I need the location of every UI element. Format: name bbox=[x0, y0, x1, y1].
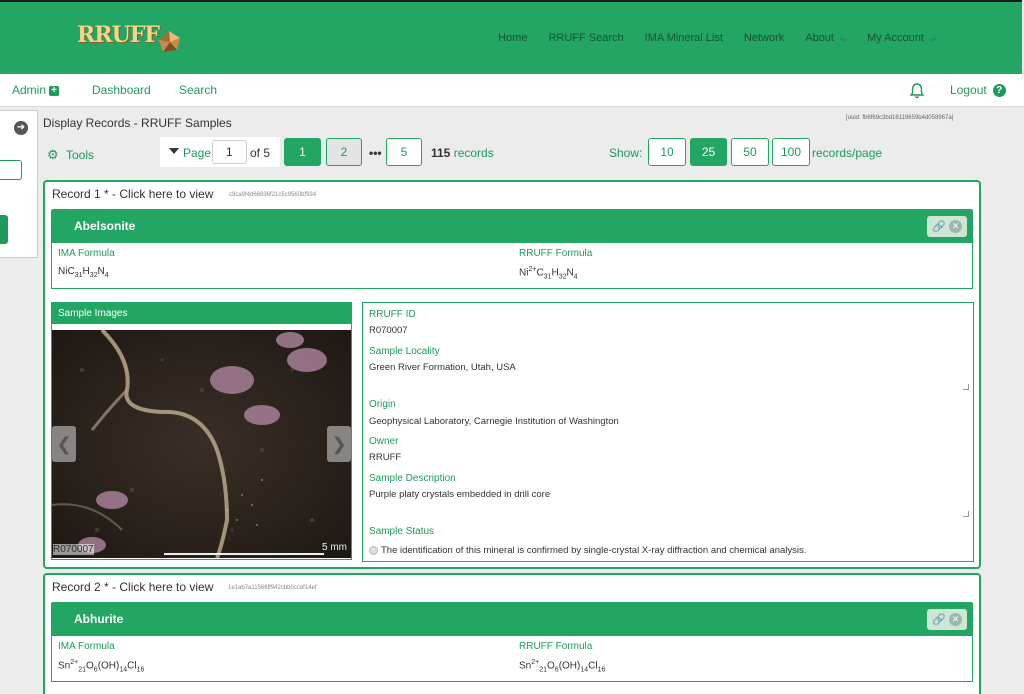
tools-menu[interactable]: ⚙ Tools bbox=[47, 147, 94, 163]
secondary-navbar: Admin + Dashboard Search Logout? bbox=[0, 74, 1024, 107]
rruff-formula-label: RRUFF Formula bbox=[519, 641, 593, 652]
records-per-page-label: records/page bbox=[812, 146, 883, 160]
rruff-id-value: R070007 bbox=[369, 325, 408, 336]
pager-label: Page bbox=[183, 146, 212, 160]
rruff-formula-value: Ni2+C31H32N4 bbox=[519, 266, 578, 281]
close-circle-icon[interactable]: ✕ bbox=[949, 613, 962, 626]
image-caption: R070007 bbox=[53, 544, 94, 555]
sample-description-value[interactable]: Purple platy crystals embedded in drill … bbox=[369, 489, 550, 500]
top-navbar: RRUFF Home RRUFF Search IMA Mineral List… bbox=[0, 0, 1022, 74]
nav-network[interactable]: Network bbox=[744, 32, 784, 44]
chevron-down-icon: ⌵ bbox=[839, 34, 847, 43]
show-label: Show: bbox=[609, 146, 643, 160]
resize-handle[interactable] bbox=[963, 511, 969, 517]
record-title-link[interactable]: Record 1 * - Click here to view bbox=[52, 187, 213, 201]
sample-locality-label: Sample Locality bbox=[369, 346, 440, 357]
arrow-right-circle-icon[interactable]: ➜ bbox=[14, 121, 28, 135]
question-circle-icon[interactable]: ? bbox=[992, 84, 1006, 98]
mineral-name: Abelsonite bbox=[74, 219, 136, 233]
plus-square-icon: + bbox=[49, 85, 60, 96]
pager-total: of 5 bbox=[250, 146, 271, 160]
sample-status-label: Sample Status bbox=[369, 526, 435, 537]
sample-details-panel: RRUFF ID R070007 Sample Locality Green R… bbox=[362, 302, 974, 562]
bell-icon[interactable] bbox=[909, 82, 925, 99]
gear-icon: ⚙ bbox=[47, 147, 59, 162]
panel-search-input[interactable] bbox=[0, 160, 22, 180]
sample-images-header: Sample Images bbox=[52, 303, 351, 324]
record-title-link[interactable]: Record 2 * - Click here to view bbox=[52, 580, 213, 594]
scale-label: 5 mm bbox=[322, 542, 347, 553]
page-title: Display Records - RRUFF Samples bbox=[43, 116, 232, 130]
formula-panel: IMA Formula NiC31H32N4 RRUFF Formula Ni2… bbox=[51, 243, 973, 289]
record-card: Record 2 * - Click here to view 1e1ab7a1… bbox=[43, 573, 981, 694]
sample-image[interactable]: ❮ ❯ R070007 5 mm bbox=[52, 330, 351, 558]
page-size-50[interactable]: 50 bbox=[731, 138, 769, 166]
chevron-right-icon[interactable]: ❯ bbox=[327, 426, 351, 462]
record-actions: 🔗 ✕ bbox=[927, 609, 967, 630]
resize-handle[interactable] bbox=[963, 384, 969, 390]
pager-ellipsis: ••• bbox=[369, 146, 382, 160]
ima-formula-label: IMA Formula bbox=[58, 641, 115, 652]
records-label: records bbox=[453, 146, 494, 160]
records-number: 115 bbox=[431, 146, 451, 160]
uuid-label: [uuid: fb6f69c3bd16119659b4d058967a] bbox=[846, 115, 954, 121]
sample-images-panel: Sample Images ❮ ❯ R070007 5 mm bbox=[51, 302, 352, 560]
page-size-25[interactable]: 25 bbox=[690, 138, 727, 166]
page-button-1[interactable]: 1 bbox=[284, 138, 321, 166]
rruff-id-label: RRUFF ID bbox=[369, 309, 416, 320]
left-search-panel: ➜ bbox=[0, 110, 38, 258]
owner-label: Owner bbox=[369, 436, 399, 447]
origin-label: Origin bbox=[369, 399, 396, 410]
scale-bar bbox=[164, 553, 324, 555]
nav-about[interactable]: About ⌵ bbox=[805, 32, 846, 44]
record-hash: 1e1ab7a11566ff942cbb0ccef14ef bbox=[228, 585, 317, 591]
records-count: 115 records bbox=[431, 146, 494, 160]
nav-home[interactable]: Home bbox=[498, 32, 527, 44]
nav-rruff-search[interactable]: RRUFF Search bbox=[548, 32, 623, 44]
page-number-input[interactable] bbox=[212, 140, 247, 164]
formula-panel: IMA Formula Sn2+21O6(OH)14Cl16 RRUFF For… bbox=[51, 636, 973, 682]
mineral-header: Abelsonite 🔗 ✕ bbox=[51, 209, 973, 243]
sample-photo bbox=[52, 330, 351, 558]
sample-status-value: The identification of this mineral is co… bbox=[381, 545, 807, 556]
close-circle-icon[interactable]: ✕ bbox=[949, 220, 962, 233]
rruff-logo[interactable]: RRUFF bbox=[77, 22, 160, 48]
nav-my-account[interactable]: My Account ⌵ bbox=[867, 32, 936, 44]
panel-search-button[interactable] bbox=[0, 215, 8, 244]
search-link[interactable]: Search bbox=[179, 83, 217, 97]
tools-label: Tools bbox=[66, 148, 95, 162]
main-menu: Home RRUFF Search IMA Mineral List Netwo… bbox=[477, 32, 936, 44]
page-size-10[interactable]: 10 bbox=[648, 138, 686, 166]
mineral-header: Abhurite 🔗 ✕ bbox=[51, 602, 973, 636]
page-button-2[interactable]: 2 bbox=[326, 138, 362, 166]
sample-description-label: Sample Description bbox=[369, 473, 456, 484]
mineral-name: Abhurite bbox=[74, 612, 124, 626]
sample-locality-value[interactable]: Green River Formation, Utah, USA bbox=[369, 362, 516, 373]
nav-ima-mineral-list[interactable]: IMA Mineral List bbox=[645, 32, 723, 44]
ima-formula-label: IMA Formula bbox=[58, 248, 115, 259]
caret-down-icon[interactable] bbox=[169, 148, 179, 154]
origin-value: Geophysical Laboratory, Carnegie Institu… bbox=[369, 416, 619, 427]
rruff-formula-value: Sn2+21O6(OH)14Cl16 bbox=[519, 659, 606, 674]
dashboard-link[interactable]: Dashboard bbox=[92, 83, 151, 97]
status-radio bbox=[369, 546, 378, 555]
logo-gem-icon bbox=[159, 31, 180, 52]
ima-formula-value: Sn2+21O6(OH)14Cl16 bbox=[58, 659, 145, 674]
record-hash: c9ca9f4d66936f21c5c9560bf934 bbox=[229, 192, 317, 198]
page-button-5[interactable]: 5 bbox=[386, 138, 422, 166]
ima-formula-value: NiC31H32N4 bbox=[58, 266, 109, 279]
chevron-down-icon: ⌵ bbox=[929, 34, 936, 43]
record-card: Record 1 * - Click here to view c9ca9f4d… bbox=[43, 180, 981, 569]
link-icon[interactable]: 🔗 bbox=[932, 613, 946, 626]
rruff-formula-label: RRUFF Formula bbox=[519, 248, 593, 259]
page-size-100[interactable]: 100 bbox=[772, 138, 810, 166]
admin-menu[interactable]: Admin + bbox=[12, 83, 60, 97]
owner-value: RRUFF bbox=[369, 452, 402, 463]
logout-link[interactable]: Logout? bbox=[950, 83, 1006, 98]
chevron-left-icon[interactable]: ❮ bbox=[52, 426, 76, 462]
link-icon[interactable]: 🔗 bbox=[932, 220, 946, 233]
record-actions: 🔗 ✕ bbox=[927, 216, 967, 237]
